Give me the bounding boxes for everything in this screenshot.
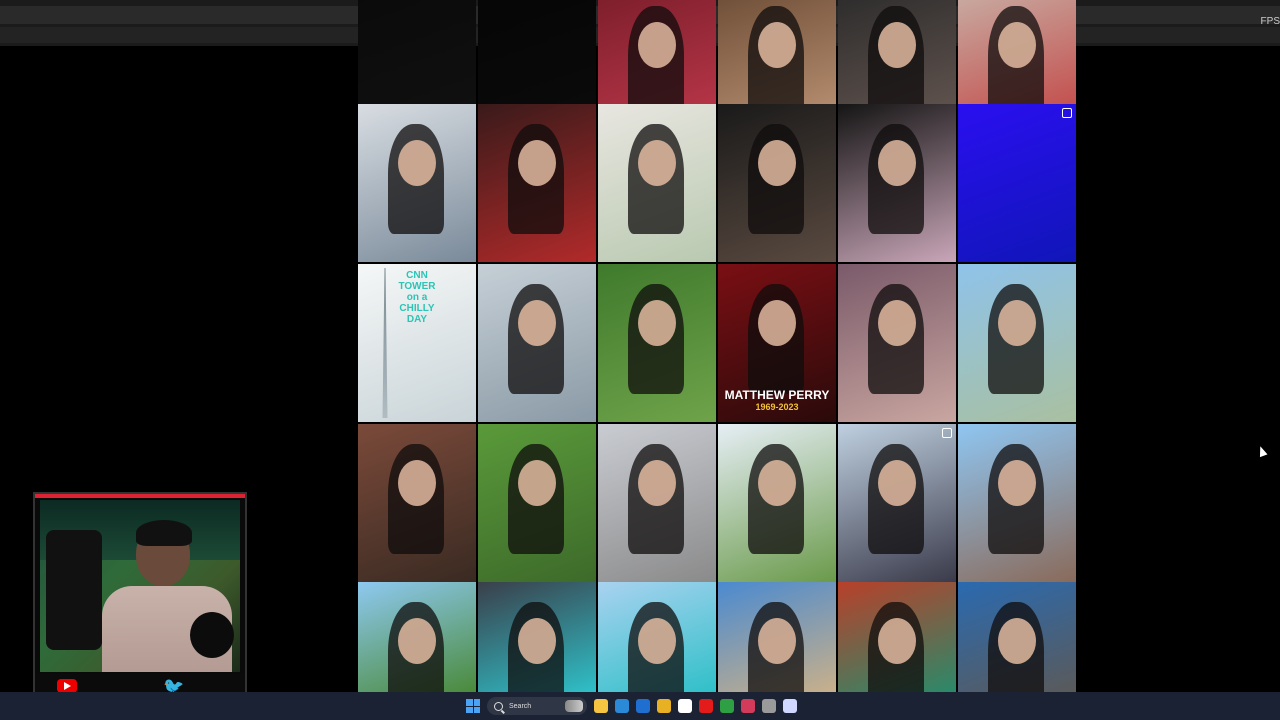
person-face [998, 460, 1036, 506]
photo-tile[interactable] [958, 424, 1076, 582]
photo-tile[interactable] [718, 424, 836, 582]
caption-text: CNN TOWER on a CHILLY DAY [358, 270, 476, 325]
search-highlight-icon [565, 700, 583, 712]
reel-icon [1062, 108, 1072, 118]
search-icon [494, 701, 503, 711]
person-face [638, 300, 676, 346]
microphone-icon [190, 612, 234, 658]
person-face [878, 22, 916, 68]
photo-tile[interactable] [598, 104, 716, 262]
caption-line: DAY [406, 314, 428, 325]
webcam-overlay: 🐦 [33, 492, 247, 702]
sparkle-icon[interactable] [783, 699, 797, 713]
photo-tile[interactable] [838, 582, 956, 692]
photo-tile[interactable] [598, 264, 716, 422]
photo-tile[interactable] [718, 104, 836, 262]
caption-line: CHILLY [399, 303, 435, 314]
media-player-icon[interactable] [741, 699, 755, 713]
xbox-icon[interactable] [720, 699, 734, 713]
person-face [638, 460, 676, 506]
photo-tile[interactable] [478, 582, 596, 692]
fps-label: FPS [1260, 16, 1280, 27]
person-face [398, 618, 436, 664]
photo-tile[interactable]: MATTHEW PERRY 1969-2023 [718, 264, 836, 422]
photo-tile[interactable]: CNN TOWER on a CHILLY DAY [358, 264, 476, 422]
photo-tile[interactable] [478, 264, 596, 422]
chrome-icon[interactable] [657, 699, 671, 713]
jacket-shape [46, 530, 102, 650]
calendar-icon[interactable] [678, 699, 692, 713]
person-hair [136, 520, 192, 546]
person-face [758, 460, 796, 506]
photo-tile[interactable] [958, 582, 1076, 692]
webcam-feed [40, 500, 240, 672]
person-face [398, 460, 436, 506]
person-face [758, 22, 796, 68]
caption-line: on a [406, 292, 428, 303]
youtube-icon[interactable] [699, 699, 713, 713]
person-face [998, 300, 1036, 346]
windows-start-icon[interactable] [466, 699, 480, 713]
person-face [758, 300, 796, 346]
webcam-top-accent [35, 494, 245, 498]
person-face [758, 140, 796, 186]
person-face [998, 618, 1036, 664]
person-face [518, 140, 556, 186]
photo-tile[interactable] [838, 104, 956, 262]
photo-tile[interactable] [358, 424, 476, 582]
photo-tile[interactable] [358, 104, 476, 262]
person-face [758, 618, 796, 664]
photo-tile[interactable] [598, 424, 716, 582]
photo-tile[interactable] [478, 424, 596, 582]
person-face [878, 140, 916, 186]
photo-tile[interactable] [838, 264, 956, 422]
person-face [518, 618, 556, 664]
outlook-icon[interactable] [636, 699, 650, 713]
photo-tile[interactable] [958, 104, 1076, 262]
edge-icon[interactable] [615, 699, 629, 713]
photo-tile[interactable] [838, 424, 956, 582]
person-face [518, 300, 556, 346]
reel-icon [942, 428, 952, 438]
photo-tile[interactable] [718, 582, 836, 692]
youtube-icon [57, 679, 77, 693]
person-face [998, 22, 1036, 68]
person-face [398, 140, 436, 186]
person-face [878, 300, 916, 346]
photo-tile[interactable] [478, 104, 596, 262]
taskbar-items: Search [466, 696, 797, 716]
person-face [638, 140, 676, 186]
person-face [638, 22, 676, 68]
memorial-years: 1969-2023 [755, 402, 799, 412]
search-placeholder: Search [509, 702, 532, 710]
photo-tile[interactable] [958, 264, 1076, 422]
file-explorer-icon[interactable] [594, 699, 608, 713]
photo-tile[interactable] [598, 582, 716, 692]
person-face [638, 618, 676, 664]
memorial-name: MATTHEW PERRY [724, 388, 830, 402]
person-face [518, 460, 556, 506]
person-face [878, 460, 916, 506]
taskbar-search[interactable]: Search [487, 697, 587, 715]
mouse-cursor [1256, 444, 1268, 458]
taskbar: Search [0, 692, 1280, 720]
caption-line: TOWER [398, 281, 436, 292]
person-face [878, 618, 916, 664]
photo-grid: CNN TOWER on a CHILLY DAY MATTHEW PERRY 1969-2… [358, 0, 1078, 692]
photo-tile[interactable] [358, 582, 476, 692]
app-icon[interactable] [762, 699, 776, 713]
caption-line: CNN [406, 270, 428, 281]
photo-image [958, 104, 1076, 262]
